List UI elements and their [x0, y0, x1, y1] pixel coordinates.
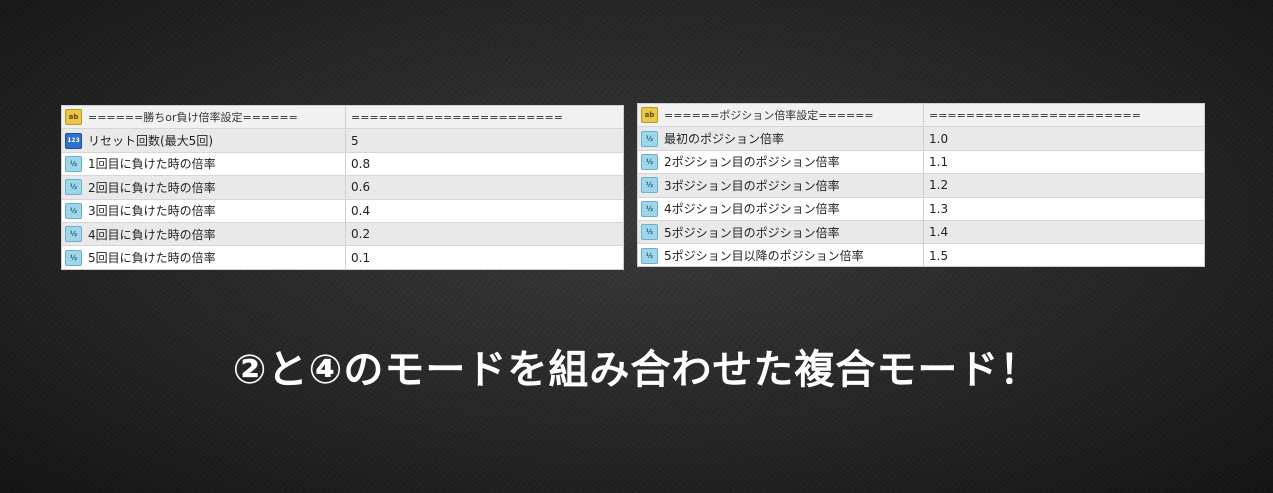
param-value-cell[interactable]: 1.0	[924, 127, 1204, 149]
param-value: 5	[351, 133, 359, 148]
table-row[interactable]: ½ 3回目に負けた時の倍率 0.4	[62, 199, 623, 223]
param-name-cell[interactable]: 123 リセット回数(最大5回)	[62, 129, 346, 152]
param-name-cell[interactable]: ½ 3回目に負けた時の倍率	[62, 199, 346, 222]
table-header: ab ======ポジション倍率設定====== ===============…	[638, 104, 1204, 128]
param-name-cell[interactable]: ½ 4回目に負けた時の倍率	[62, 222, 346, 246]
param-value-cell[interactable]: 1.3	[924, 198, 1204, 220]
header-value-cell[interactable]: =======================	[346, 106, 623, 128]
param-value: 0.4	[351, 203, 371, 218]
param-value-cell[interactable]: 1.1	[924, 151, 1204, 173]
table-row[interactable]: ½ 2ポジション目のポジション倍率 1.1	[638, 150, 1204, 175]
fraction-type-icon: ½	[65, 155, 82, 172]
param-value: 0.1	[351, 250, 371, 265]
fraction-type-icon: ½	[641, 153, 658, 170]
fraction-type-icon: ½	[641, 130, 658, 147]
header-name-label: ======ポジション倍率設定======	[664, 109, 874, 123]
header-name-cell[interactable]: ab ======ポジション倍率設定======	[638, 104, 924, 127]
param-value-cell[interactable]: 1.4	[924, 221, 1204, 243]
param-value-cell[interactable]: 0.2	[346, 223, 623, 245]
table-row[interactable]: ½ 5ポジション目のポジション倍率 1.4	[638, 220, 1204, 245]
table-row[interactable]: ½ 3ポジション目のポジション倍率 1.2	[638, 174, 1204, 198]
table-row[interactable]: 123 リセット回数(最大5回) 5	[62, 129, 623, 153]
param-value: 0.2	[351, 227, 371, 242]
param-name: 3ポジション目のポジション倍率	[664, 178, 840, 193]
param-value: 1.4	[929, 225, 949, 240]
param-value: 1.3	[929, 201, 949, 216]
table-row[interactable]: ½ 最初のポジション倍率 1.0	[638, 127, 1204, 151]
fraction-type-icon: ½	[641, 200, 658, 217]
param-name: 4ポジション目のポジション倍率	[664, 202, 840, 217]
fraction-type-icon: ½	[65, 226, 82, 243]
param-value: 0.8	[351, 156, 371, 171]
fraction-type-icon: ½	[65, 179, 82, 196]
param-name-cell[interactable]: ½ 最初のポジション倍率	[638, 127, 924, 150]
param-name: 2ポジション目のポジション倍率	[664, 155, 840, 170]
param-value: 1.5	[929, 248, 949, 263]
table-row[interactable]: ½ 5回目に負けた時の倍率 0.1	[62, 246, 623, 269]
param-value-cell[interactable]: 5	[346, 129, 623, 151]
param-name-cell[interactable]: ½ 5ポジション目以降のポジション倍率	[638, 244, 924, 266]
param-name-cell[interactable]: ½ 5ポジション目のポジション倍率	[638, 220, 924, 244]
table-row[interactable]: ½ 1回目に負けた時の倍率 0.8	[62, 152, 623, 177]
param-name-cell[interactable]: ½ 3ポジション目のポジション倍率	[638, 174, 924, 197]
caption-text: ②と④のモードを組み合わせた複合モード！	[232, 347, 1041, 393]
param-name: 4回目に負けた時の倍率	[88, 227, 216, 242]
param-value-cell[interactable]: 1.5	[924, 244, 1204, 266]
param-name: 5回目に負けた時の倍率	[88, 251, 216, 266]
param-value-cell[interactable]: 0.8	[346, 153, 623, 175]
integer-type-icon: 123	[65, 132, 82, 149]
table-row[interactable]: ½ 2回目に負けた時の倍率 0.6	[62, 176, 623, 200]
table-row[interactable]: ½ 5ポジション目以降のポジション倍率 1.5	[638, 244, 1204, 266]
header-name-label: ======勝ちor負け倍率設定======	[88, 111, 298, 125]
param-name: 1回目に負けた時の倍率	[88, 157, 216, 172]
param-name: 2回目に負けた時の倍率	[88, 180, 216, 195]
header-value-label: =======================	[929, 108, 1141, 122]
param-name: 3回目に負けた時の倍率	[88, 204, 216, 219]
param-name-cell[interactable]: ½ 1回目に負けた時の倍率	[62, 152, 346, 176]
param-value-cell[interactable]: 1.2	[924, 174, 1204, 196]
fraction-type-icon: ½	[641, 177, 658, 194]
param-value-cell[interactable]: 0.1	[346, 246, 623, 268]
param-name-cell[interactable]: ½ 2ポジション目のポジション倍率	[638, 150, 924, 174]
param-name: 最初のポジション倍率	[664, 132, 785, 147]
param-value: 1.2	[929, 178, 949, 193]
param-name: リセット回数(最大5回)	[88, 134, 213, 149]
header-value-label: =======================	[351, 110, 563, 124]
fraction-type-icon: ½	[641, 224, 658, 241]
win-lose-multiplier-table: ab ======勝ちor負け倍率設定====== ==============…	[61, 105, 624, 270]
string-type-icon: ab	[641, 107, 658, 124]
table-header: ab ======勝ちor負け倍率設定====== ==============…	[62, 106, 623, 130]
fraction-type-icon: ½	[65, 249, 82, 266]
table-row[interactable]: ½ 4回目に負けた時の倍率 0.2	[62, 222, 623, 247]
param-name: 5ポジション目以降のポジション倍率	[664, 249, 864, 264]
string-type-icon: ab	[65, 109, 82, 126]
param-value: 1.1	[929, 154, 949, 169]
param-value: 1.0	[929, 131, 949, 146]
param-name-cell[interactable]: ½ 5回目に負けた時の倍率	[62, 246, 346, 269]
fraction-type-icon: ½	[641, 247, 658, 264]
param-name-cell[interactable]: ½ 4ポジション目のポジション倍率	[638, 197, 924, 220]
param-value-cell[interactable]: 0.4	[346, 200, 623, 222]
header-name-cell[interactable]: ab ======勝ちor負け倍率設定======	[62, 106, 346, 129]
param-value: 0.6	[351, 180, 371, 195]
param-name-cell[interactable]: ½ 2回目に負けた時の倍率	[62, 176, 346, 199]
param-name: 5ポジション目のポジション倍率	[664, 225, 840, 240]
position-multiplier-table: ab ======ポジション倍率設定====== ===============…	[637, 103, 1205, 267]
header-value-cell[interactable]: =======================	[924, 104, 1204, 126]
fraction-type-icon: ½	[65, 202, 82, 219]
param-value-cell[interactable]: 0.6	[346, 176, 623, 198]
table-row[interactable]: ½ 4ポジション目のポジション倍率 1.3	[638, 197, 1204, 221]
